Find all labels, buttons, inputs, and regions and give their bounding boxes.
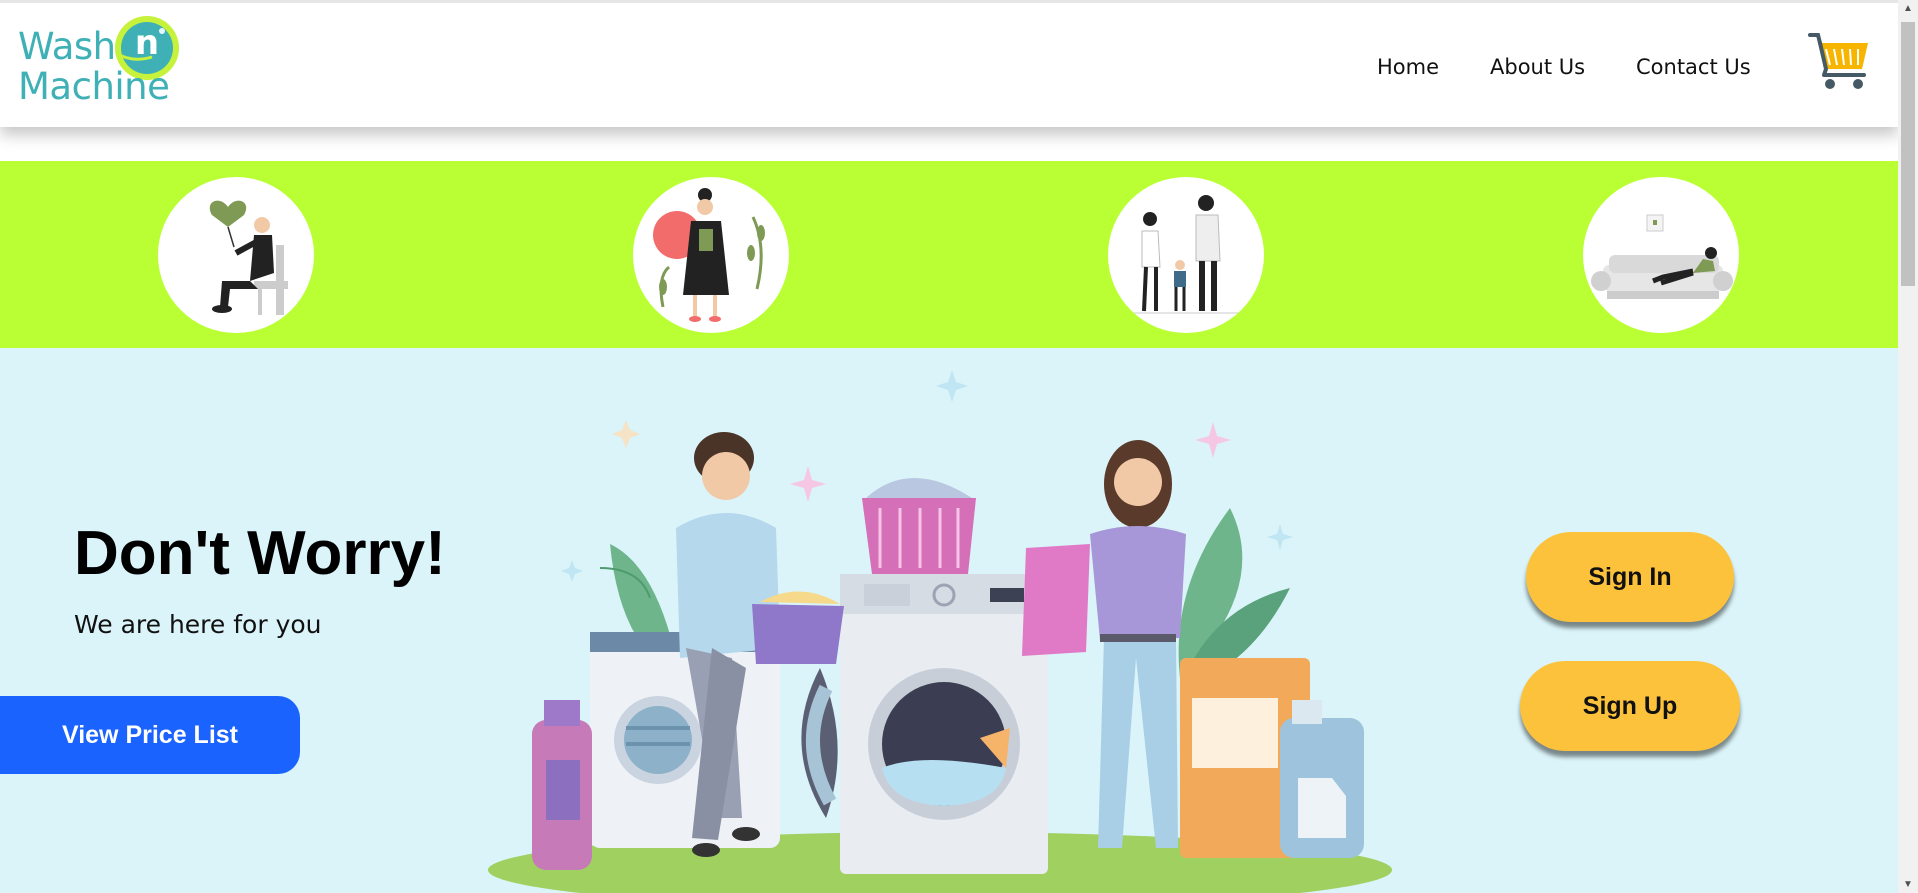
- person-with-heart-icon: [209, 200, 288, 315]
- family-walking-icon: [1132, 195, 1240, 314]
- logo-text-machine: Machine: [18, 65, 170, 108]
- illustration-circle-love: [158, 177, 314, 333]
- sparkle-icon: [936, 370, 968, 402]
- illustration-circle-woman: [633, 177, 789, 333]
- hero-section: Don't Worry! We are here for you View Pr…: [0, 348, 1898, 893]
- sign-up-button[interactable]: Sign Up: [1520, 661, 1740, 751]
- shopping-cart-icon[interactable]: [1808, 29, 1872, 93]
- scroll-down-arrow-icon[interactable]: ▼: [1898, 876, 1918, 893]
- scroll-up-arrow-icon[interactable]: ▲: [1898, 0, 1918, 17]
- illustration-circle-relax: [1583, 177, 1739, 333]
- logo-text-wash: Wash: [18, 25, 116, 68]
- sign-in-button[interactable]: Sign In: [1526, 532, 1734, 622]
- woman-with-plants-icon: [653, 188, 765, 322]
- page-scrollbar[interactable]: ▲ ▼: [1898, 0, 1918, 893]
- hero-title: Don't Worry!: [74, 519, 446, 588]
- scrollbar-thumb[interactable]: [1901, 22, 1915, 286]
- logo-badge-letter: n: [134, 23, 160, 63]
- logo[interactable]: n Wash Machine: [16, 11, 186, 111]
- hero-subtitle: We are here for you: [74, 610, 322, 639]
- illustration-circle-family: [1108, 177, 1264, 333]
- laundry-illustration: [488, 370, 1392, 893]
- person-relaxing-sofa-icon: [1591, 214, 1733, 299]
- site-header: n Wash Machine Home About Us Contact Us: [0, 0, 1898, 127]
- view-price-list-button[interactable]: View Price List: [0, 696, 300, 774]
- nav-contact-us[interactable]: Contact Us: [1636, 55, 1751, 79]
- nav-home[interactable]: Home: [1377, 55, 1439, 79]
- sparkle-icon: [1195, 422, 1231, 458]
- sparkle-icon: [790, 466, 826, 502]
- sparkle-icon: [1267, 524, 1293, 550]
- nav-about-us[interactable]: About Us: [1490, 55, 1585, 79]
- feature-band: [0, 161, 1898, 348]
- sparkle-icon: [612, 420, 640, 448]
- sparkle-icon: [561, 560, 583, 582]
